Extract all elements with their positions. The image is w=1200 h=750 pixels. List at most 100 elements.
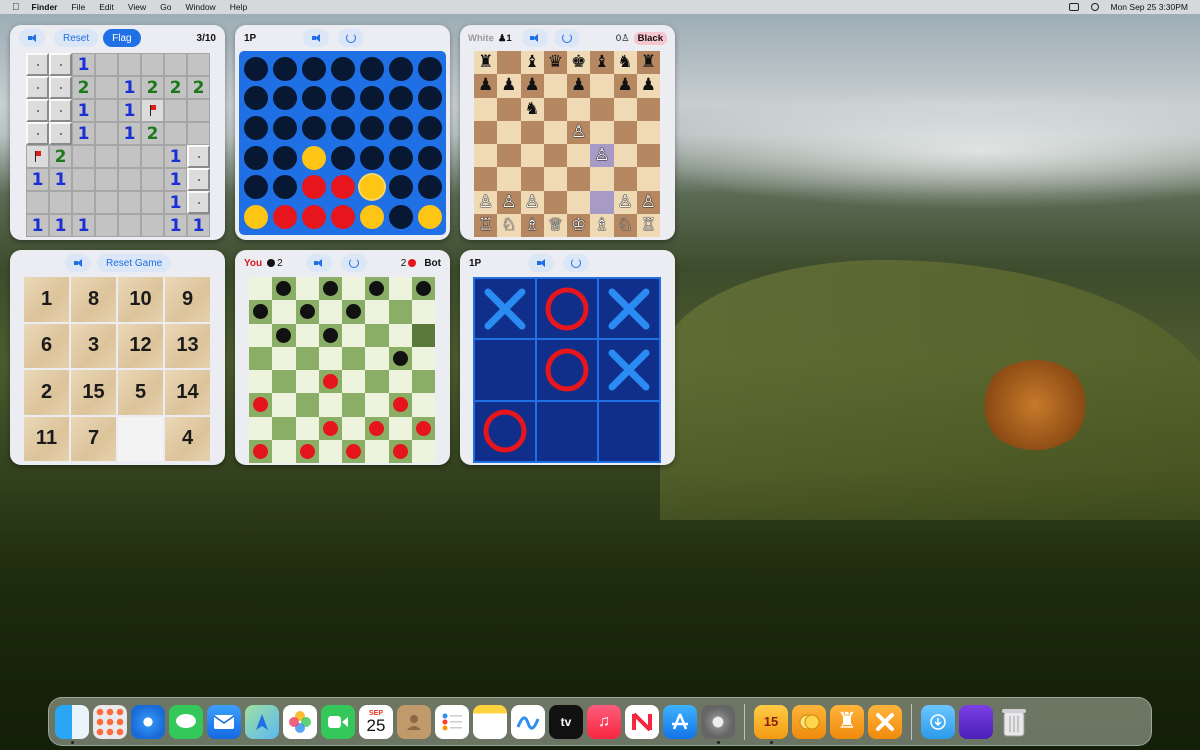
checkers-square[interactable]	[342, 393, 366, 417]
chess-square[interactable]: ♙	[520, 190, 544, 214]
red-checker[interactable]	[253, 443, 269, 459]
red-disc[interactable]	[301, 205, 326, 230]
checkers-square[interactable]	[272, 323, 296, 347]
chess-square[interactable]	[613, 167, 637, 191]
white-piece[interactable]: ♖	[478, 216, 493, 234]
chess-square[interactable]: ♟	[567, 74, 591, 98]
chess-square[interactable]: ♟	[613, 74, 637, 98]
ms-cell[interactable]	[141, 145, 164, 168]
apple-menu-icon[interactable]: 	[12, 2, 20, 13]
black-checker[interactable]	[392, 350, 408, 366]
white-piece[interactable]: ♘	[618, 216, 633, 234]
chess-square[interactable]: ♟	[520, 74, 544, 98]
ms-sound-button[interactable]	[19, 29, 45, 47]
dock-safari-icon[interactable]	[131, 704, 165, 739]
black-checker[interactable]	[276, 327, 292, 343]
red-disc[interactable]	[272, 205, 297, 230]
ms-cell[interactable]: 1	[72, 214, 95, 237]
chess-square[interactable]	[590, 74, 614, 98]
red-disc[interactable]	[330, 175, 355, 200]
ms-cell[interactable]: 1	[164, 191, 187, 214]
chess-square[interactable]	[613, 120, 637, 144]
chess-square[interactable]	[543, 167, 567, 191]
chess-square[interactable]: ♟	[497, 74, 521, 98]
empty-slot[interactable]	[417, 145, 442, 170]
dock-trash-icon[interactable]	[997, 705, 1031, 739]
ms-flag-button[interactable]: Flag	[103, 29, 141, 47]
checkers-square[interactable]	[365, 439, 389, 463]
checkers-square[interactable]	[388, 323, 412, 347]
chess-square[interactable]	[474, 120, 498, 144]
checkers-square[interactable]	[249, 346, 273, 370]
c4-restart-button[interactable]	[338, 29, 365, 47]
dock-music-icon[interactable]: ♫	[587, 704, 621, 739]
checkers-square[interactable]	[411, 416, 435, 440]
ms-cell[interactable]	[72, 168, 95, 191]
checkers-square[interactable]	[342, 300, 366, 324]
black-piece[interactable]: ♟	[641, 77, 656, 94]
red-checker[interactable]	[346, 443, 362, 459]
empty-slot[interactable]	[417, 116, 442, 141]
checkers-square[interactable]	[411, 439, 435, 463]
puzzle-tile[interactable]: 6	[24, 323, 69, 368]
checkers-square[interactable]	[342, 323, 366, 347]
ttt-cell[interactable]	[475, 401, 535, 461]
chess-square[interactable]	[567, 167, 591, 191]
chess-square[interactable]: ♘	[497, 213, 521, 237]
dock-finder-icon[interactable]	[55, 704, 89, 744]
chess-square[interactable]: ♛	[543, 51, 567, 75]
ttt-cell[interactable]	[475, 340, 535, 400]
ms-cell[interactable]: 1	[187, 214, 210, 237]
spotlight-search-icon[interactable]	[1090, 3, 1099, 11]
ms-cell[interactable]: 1	[72, 53, 95, 76]
ms-cell[interactable]: 1	[26, 168, 49, 191]
chess-square[interactable]	[543, 144, 567, 168]
checkers-square[interactable]	[249, 300, 273, 324]
chess-square[interactable]: ♟	[474, 74, 498, 98]
black-checker[interactable]	[299, 304, 315, 320]
ms-cell[interactable]	[95, 53, 118, 76]
empty-slot[interactable]	[301, 56, 326, 81]
empty-slot[interactable]	[388, 175, 413, 200]
checkers-square[interactable]	[295, 323, 319, 347]
yellow-disc[interactable]	[359, 175, 384, 200]
red-checker[interactable]	[253, 397, 269, 413]
ms-cell[interactable]	[49, 53, 72, 76]
black-checker[interactable]	[322, 281, 338, 297]
puzzle-tile[interactable]: 8	[71, 277, 116, 322]
ttt-cell[interactable]	[537, 279, 597, 339]
checkers-square[interactable]	[249, 439, 273, 463]
yellow-disc[interactable]	[301, 145, 326, 170]
ms-cell[interactable]	[95, 168, 118, 191]
puzzle-tile[interactable]: 11	[24, 416, 69, 461]
menu-datetime[interactable]: Mon Sep 25 3:30PM	[1111, 2, 1189, 12]
checkers-square[interactable]	[272, 277, 296, 301]
dock-tictactoe-icon[interactable]	[868, 704, 902, 739]
dock-maps-icon[interactable]	[245, 704, 279, 739]
chess-square[interactable]	[543, 190, 567, 214]
empty-slot[interactable]	[243, 86, 268, 111]
white-piece[interactable]: ♔	[571, 216, 586, 234]
empty-slot[interactable]	[243, 175, 268, 200]
dock-calendar-icon[interactable]: SEP 25	[359, 704, 393, 739]
white-piece[interactable]: ♙	[501, 193, 516, 211]
empty-slot[interactable]	[388, 205, 413, 230]
ms-cell[interactable]	[49, 99, 72, 122]
empty-tile[interactable]	[118, 416, 163, 461]
red-checker[interactable]	[299, 443, 315, 459]
red-checker[interactable]	[322, 374, 338, 390]
chess-square[interactable]	[636, 97, 660, 121]
pz-sound-button[interactable]	[65, 254, 91, 272]
checkers-square[interactable]	[249, 393, 273, 417]
dock-facetime-icon[interactable]	[321, 704, 355, 739]
white-piece[interactable]: ♗	[525, 216, 540, 234]
puzzle-tile[interactable]: 13	[165, 323, 210, 368]
menu-file[interactable]: File	[71, 2, 85, 12]
white-piece[interactable]: ♙	[478, 193, 493, 211]
checkers-square[interactable]	[388, 370, 412, 394]
ms-cell[interactable]	[118, 191, 141, 214]
ms-cell[interactable]	[187, 191, 210, 214]
ms-cell[interactable]	[49, 122, 72, 145]
chess-square[interactable]: ♙	[613, 190, 637, 214]
puzzle-tile[interactable]: 5	[118, 370, 163, 415]
